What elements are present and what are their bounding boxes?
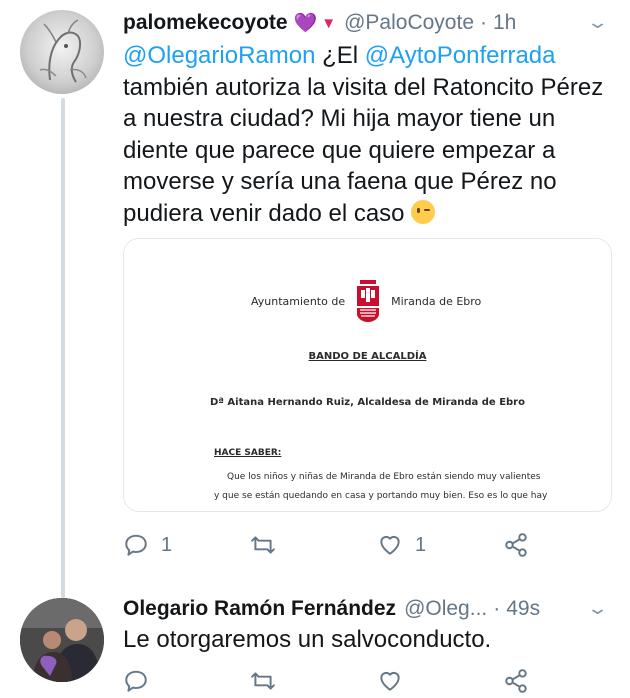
chevron-down-icon[interactable]: ⌄ [586,12,609,33]
share-button[interactable] [503,668,529,694]
document-header: Ayuntamiento de Miranda de Ebro [251,280,481,322]
separator: · [480,11,487,34]
tweet-actions: 1 1 [123,532,543,562]
user-handle[interactable]: @PaloCoyote [344,11,474,35]
retweet-button[interactable] [250,668,288,694]
heart-icon [380,671,400,691]
retweet-icon [251,536,275,554]
document-paragraph-line: y que se están quedando en casa y portan… [214,491,548,501]
document-org-left: Ayuntamiento de [251,294,346,308]
avatar[interactable] [20,598,104,682]
tweet-header: palomekecoyote 💜 ▼ @PaloCoyote · 1h [123,6,516,40]
tweet-text: @OlegarioRamon ¿El @AytoPonferrada tambi… [123,40,618,229]
mention-link[interactable]: @AytoPonferrada [365,42,556,69]
document-signer: Dª Aitana Hernando Ruiz, Alcaldesa de Mi… [210,397,525,408]
red-triangle-icon: ▼ [321,14,337,32]
tweet-actions [123,668,543,698]
like-button[interactable] [377,668,415,694]
document-image: Ayuntamiento de Miranda de Ebro BANDO DE… [124,239,611,511]
user-handle[interactable]: @Oleg... [404,597,487,621]
reply-icon [125,534,147,556]
chevron-down-icon[interactable]: ⌄ [586,598,609,619]
reply-button[interactable]: 1 [123,532,172,558]
tweet-text-segment: ¿El [315,42,365,69]
display-name[interactable]: Olegario Ramón Fernández [123,597,396,621]
reply-count: 1 [161,533,173,556]
tweet-text: Le otorgaremos un salvoconducto. [123,626,492,653]
timestamp[interactable]: 1h [493,11,516,35]
winking-face-icon [411,199,436,224]
avatar[interactable] [20,10,104,94]
retweet-icon [251,672,275,690]
document-title: BANDO DE ALCALDÍA [308,351,427,362]
avatar-sketch-image [39,19,87,83]
avatar-photo-image [20,598,104,682]
coat-of-arms-icon [354,280,382,322]
separator: · [493,597,501,620]
purple-heart-icon: 💜 [293,13,318,34]
document-heading: HACE SABER: [214,448,282,458]
display-name[interactable]: palomekecoyote [123,11,288,35]
like-button[interactable]: 1 [377,532,426,558]
retweet-button[interactable] [250,532,288,558]
reply-button[interactable] [123,668,161,694]
attached-image[interactable]: Ayuntamiento de Miranda de Ebro BANDO DE… [123,238,612,512]
share-button[interactable] [503,532,529,558]
heart-icon [380,535,400,555]
tweet-text-segment: también autoriza la visita del Ratoncito… [123,73,604,227]
share-icon [505,533,527,557]
reply-icon [125,670,147,692]
tweet-header: Olegario Ramón Fernández @Oleg... · 49s [123,592,540,626]
thread-connector-line [61,98,65,598]
document-paragraph-line: Que los niños y niñas de Miranda de Ebro… [227,472,541,482]
timestamp[interactable]: 49s [506,597,540,621]
document-org-right: Miranda de Ebro [391,294,482,308]
mention-link[interactable]: @OlegarioRamon [123,42,315,69]
like-count: 1 [415,533,427,556]
share-icon [505,669,527,693]
